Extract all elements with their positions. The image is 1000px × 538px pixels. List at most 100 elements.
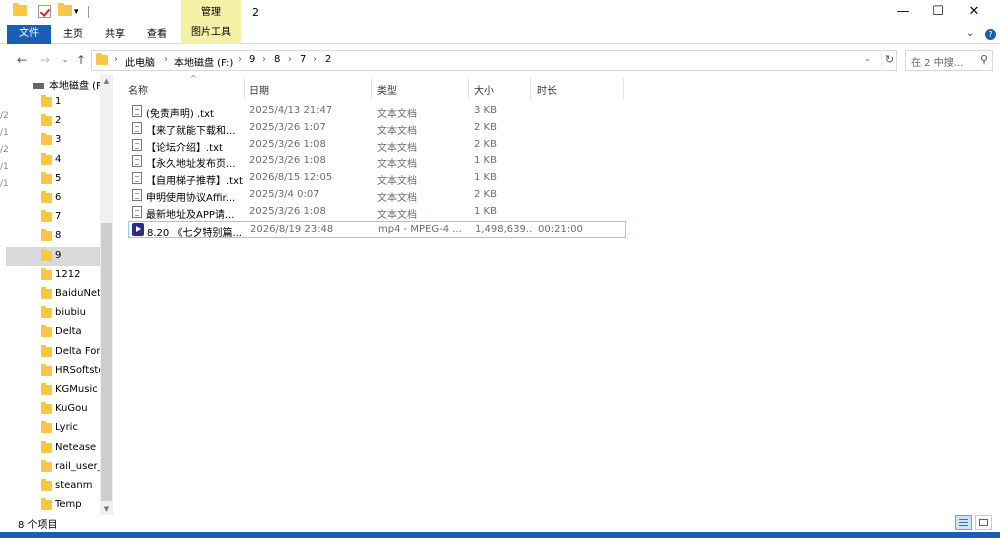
breadcrumb-folder-8[interactable]: 8 — [274, 54, 280, 65]
sidebar-item-folder[interactable]: Delta Forc — [6, 343, 105, 362]
breadcrumb-folder-7[interactable]: 7 — [300, 54, 306, 65]
folder-icon — [41, 498, 52, 511]
file-date: 2026/8/19 23:48 — [250, 223, 334, 235]
tab-view[interactable]: 查看 — [140, 26, 174, 44]
file-row[interactable]: 申明使用协议Affir... 2025/3/4 0:07 文本文档 2 KB — [128, 187, 626, 204]
sidebar-item-label: biubiu — [55, 307, 86, 319]
breadcrumb-separator: › — [262, 54, 266, 65]
column-header-size[interactable]: 大小 — [474, 78, 531, 100]
sidebar-item-folder[interactable]: Netease — [6, 439, 100, 458]
folder-icon — [41, 402, 52, 415]
file-row[interactable]: 【来了就能下载和... 2025/3/26 1:07 文本文档 2 KB — [128, 120, 626, 137]
sidebar-scrollbar[interactable]: ▲ ▼ — [100, 75, 113, 515]
file-row[interactable]: 8.20 《七夕特别篇... 2026/8/19 23:48 mp4 - MPEG-… — [128, 220, 626, 239]
file-list: ^ 名称 日期 类型 大小 时长 (免责声明) .txt 2025/4/13 21… — [118, 74, 1000, 515]
sidebar-item-folder[interactable]: 5 — [6, 170, 100, 189]
minimize-button[interactable]: — — [885, 0, 921, 24]
column-header-type[interactable]: 类型 — [377, 78, 469, 100]
folder-icon — [41, 114, 52, 127]
breadcrumb-folder-2[interactable]: 2 — [325, 54, 331, 65]
scrollbar-thumb[interactable] — [101, 223, 112, 501]
file-size: 1 KB — [474, 205, 497, 217]
sidebar-item-folder[interactable]: biubiu — [6, 304, 100, 323]
folder-icon — [41, 210, 52, 223]
breadcrumb-this-pc[interactable]: 此电脑 — [125, 54, 155, 69]
tab-picture-tools[interactable]: 图片工具 — [181, 24, 241, 44]
file-name: 申明使用协议Affir... — [146, 193, 236, 204]
sidebar-item-folder[interactable]: Delta — [6, 323, 100, 342]
tab-share[interactable]: 共享 — [98, 26, 132, 44]
sidebar-item-label: 4 — [55, 153, 62, 165]
sidebar-item-folder[interactable]: 9 — [6, 246, 100, 266]
sidebar-item-folder[interactable]: Temp — [6, 496, 100, 515]
file-row[interactable]: 最新地址及APP请... 2025/3/26 1:08 文本文档 1 KB — [128, 204, 626, 221]
quick-access-dropdown-icon[interactable]: ▾ — [74, 5, 88, 19]
sidebar-item-folder[interactable]: KuGou — [6, 400, 100, 419]
manage-tab[interactable]: 管理 — [181, 0, 241, 26]
search-input[interactable]: 在 2 中搜... ⚲ — [905, 50, 993, 71]
close-button[interactable]: ✕ — [956, 0, 992, 24]
folder-icon — [41, 325, 52, 338]
file-date: 2025/3/26 1:08 — [249, 155, 326, 167]
ribbon-expand-icon[interactable]: ⌄ — [966, 28, 974, 39]
new-folder-icon[interactable] — [58, 3, 72, 19]
sidebar-item-folder[interactable]: BaiduNet — [6, 285, 101, 304]
recent-locations-chevron-icon[interactable]: ⌄ — [58, 52, 72, 68]
column-header-date[interactable]: 日期 — [249, 78, 372, 100]
sidebar-item-folder[interactable]: 7 — [6, 208, 100, 227]
details-view-icon[interactable] — [955, 515, 972, 530]
folder-icon — [41, 287, 52, 299]
help-icon[interactable]: ? — [985, 29, 996, 40]
file-row[interactable]: (免责声明) .txt 2025/4/13 21:47 文本文档 3 KB — [128, 103, 626, 120]
scroll-up-arrow-icon[interactable]: ▲ — [100, 75, 113, 87]
text-file-icon — [132, 138, 142, 151]
up-arrow-icon[interactable]: ↑ — [74, 52, 88, 68]
folder-icon — [41, 363, 52, 376]
file-size: 1 KB — [474, 155, 497, 167]
sidebar-item-folder[interactable]: HRSoftsto — [6, 362, 104, 381]
refresh-icon[interactable]: ↻ — [881, 50, 897, 71]
sidebar-item-label: BaiduNet — [55, 288, 102, 299]
sidebar-item-label: steanm — [55, 480, 93, 491]
folder-icon — [41, 171, 52, 184]
sidebar-item-label: 6 — [55, 192, 62, 203]
file-row[interactable]: 【论坛介绍】.txt 2025/3/26 1:08 文本文档 2 KB — [128, 137, 626, 154]
file-date: 2026/8/15 12:05 — [249, 172, 333, 184]
sidebar-item-folder[interactable]: 6 — [6, 189, 100, 208]
sidebar-item-folder[interactable]: steanm — [6, 477, 100, 496]
back-arrow-icon[interactable]: ← — [15, 52, 29, 68]
sidebar-item-label: 3 — [55, 134, 62, 146]
breadcrumb-folder-9[interactable]: 9 — [249, 54, 255, 65]
file-date: 2025/4/13 21:47 — [249, 105, 333, 116]
tab-home[interactable]: 主页 — [56, 26, 90, 44]
large-icons-view-icon[interactable] — [975, 515, 992, 530]
text-file-icon — [132, 189, 142, 201]
maximize-button[interactable]: ☐ — [920, 0, 956, 24]
column-header-name[interactable]: ^ 名称 — [128, 74, 245, 100]
address-dropdown-icon[interactable]: ⌄ — [864, 54, 871, 63]
sidebar-item-folder[interactable]: rail_user_c — [6, 458, 105, 477]
tab-file[interactable]: 文件 — [7, 25, 51, 44]
column-header-duration[interactable]: 时长 — [537, 78, 624, 100]
sidebar-item-folder[interactable]: 4 — [6, 151, 100, 170]
sidebar-item-drive-f[interactable]: 本地磁盘 (F — [49, 77, 102, 92]
sidebar-item-folder[interactable]: 2 — [6, 112, 100, 131]
file-type: 文本文档 — [377, 193, 417, 204]
file-row[interactable]: 【自用梯子推荐】.txt 2026/8/15 12:05 文本文档 1 KB — [128, 170, 626, 187]
sidebar-item-folder[interactable]: 1212 — [6, 266, 100, 285]
sidebar-item-folder[interactable]: 3 — [6, 131, 100, 150]
sidebar-item-folder[interactable]: 8 — [6, 227, 100, 246]
address-bar[interactable]: › 此电脑 › 本地磁盘 (F:) › 9 › 8 › 7 › 2 ⌄ — [91, 50, 897, 71]
forward-arrow-icon[interactable]: → — [38, 52, 52, 68]
sidebar-item-folder[interactable]: Lyric — [6, 419, 100, 438]
sidebar-item-label: Temp — [55, 499, 82, 511]
folder-icon — [13, 3, 27, 19]
file-row[interactable]: 【永久地址发布页... 2025/3/26 1:08 文本文档 1 KB — [128, 153, 626, 170]
folder-icon — [41, 421, 52, 434]
file-name: 【来了就能下载和... — [146, 125, 236, 137]
text-file-icon — [132, 205, 142, 218]
sidebar-item-folder[interactable]: 1 — [6, 93, 100, 112]
sidebar-item-folder[interactable]: KGMusic — [6, 381, 100, 400]
properties-check-icon[interactable] — [38, 5, 52, 19]
breadcrumb-drive-f[interactable]: 本地磁盘 (F:) — [174, 54, 233, 69]
